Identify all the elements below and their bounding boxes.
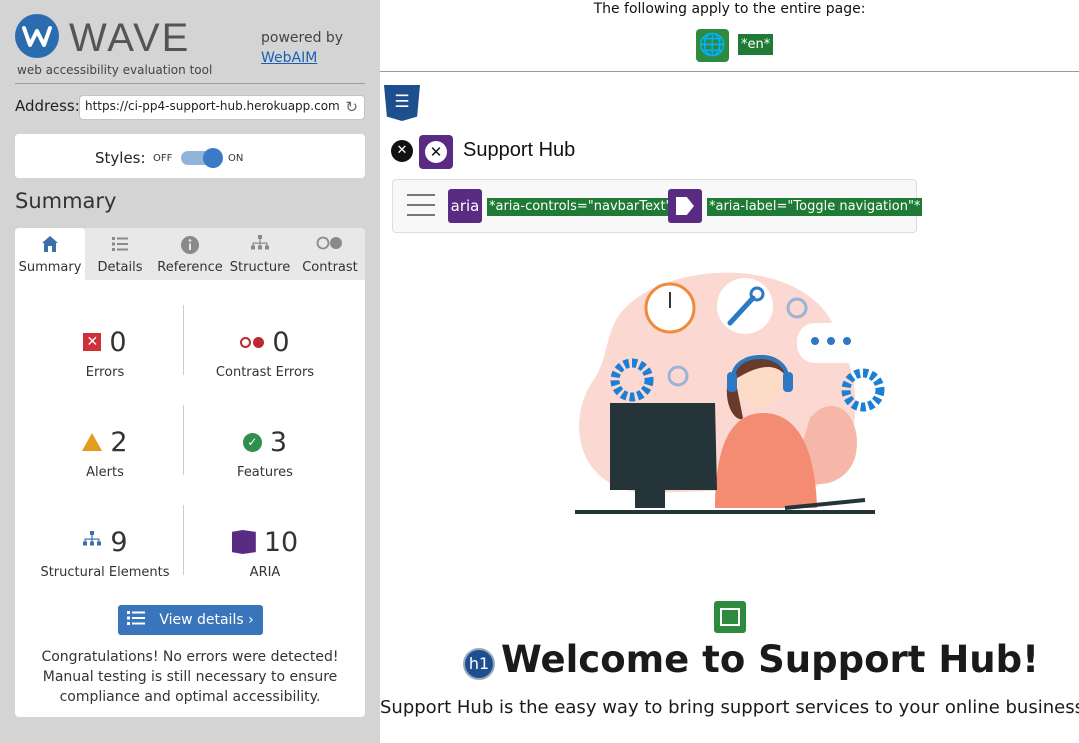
tab-summary[interactable]: Summary (15, 228, 85, 280)
tab-details[interactable]: Details (85, 228, 155, 280)
sitemap-icon (225, 235, 295, 255)
page-tagline: Support Hub is the easy way to bring sup… (380, 697, 1079, 718)
aria-label-text: ARIA (249, 565, 281, 580)
info-icon (155, 235, 225, 255)
wave-logo-row: WAVE web accessibility evaluation tool p… (15, 14, 365, 84)
view-details-button[interactable]: View details › (118, 605, 263, 635)
aria-icon (231, 530, 256, 554)
address-label: Address: (15, 97, 80, 115)
alerts-count: 2 (110, 426, 128, 458)
language-globe-icon[interactable]: 🌐 (696, 29, 729, 62)
aria-controls-tag: *aria-controls="navbarText"* (487, 198, 681, 216)
tab-summary-label: Summary (18, 260, 82, 275)
support-agent-illustration (575, 272, 885, 514)
list-icon (127, 610, 146, 630)
view-details-label: View details › (159, 612, 254, 628)
powered-by-label: powered by (261, 30, 344, 46)
tab-reference[interactable]: Reference (155, 228, 225, 280)
contrast-error-icon (240, 336, 265, 348)
errors-count: 0 (109, 326, 127, 358)
aria-label-tag-icon[interactable] (668, 189, 702, 223)
tab-contrast-label: Contrast (302, 260, 358, 275)
wave-tagline: web accessibility evaluation tool (17, 63, 213, 77)
styles-toggle-knob[interactable] (203, 148, 223, 168)
aria-hidden-icon[interactable]: ✕ (419, 135, 453, 169)
site-brand[interactable]: Support Hub (463, 139, 575, 162)
alerts-label: Alerts (86, 465, 124, 480)
features-label: Features (237, 465, 293, 480)
contrast-errors-count: 0 (272, 326, 290, 358)
structural-label: Structural Elements (40, 565, 170, 580)
styles-toggle-box: Styles: OFF ON (15, 134, 365, 178)
powered-by: powered by WebAIM (261, 28, 343, 68)
wave-logo-text: WAVE (69, 16, 191, 60)
tab-structure[interactable]: Structure (225, 228, 295, 280)
reload-icon[interactable]: ↻ (345, 98, 358, 116)
image-alt-icon[interactable] (714, 601, 746, 633)
tab-details-label: Details (97, 260, 143, 275)
contrast-icon (295, 235, 365, 255)
summary-panel: ✕ 0 Errors 0 Contrast Errors 2 Alerts ✓ … (15, 280, 365, 717)
features-count: 3 (269, 426, 288, 458)
panel-tabs: Summary Details Reference Structure Cont… (15, 228, 365, 280)
wave-sidebar: WAVE web accessibility evaluation tool p… (0, 0, 380, 743)
css-icon[interactable]: ☰ (384, 85, 420, 121)
lifebuoy-icon: ✕ (391, 140, 413, 162)
address-input[interactable] (85, 99, 339, 113)
structural-count: 9 (110, 526, 128, 558)
page-headline: Welcome to Support Hub! (501, 638, 1039, 681)
stat-contrast-errors[interactable]: 0 Contrast Errors (185, 326, 345, 381)
tab-structure-label: Structure (229, 260, 291, 275)
webaim-link[interactable]: WebAIM (261, 48, 343, 68)
tab-reference-label: Reference (157, 260, 223, 275)
hamburger-menu-icon[interactable] (407, 194, 435, 224)
aria-count: 10 (263, 526, 299, 558)
stat-alerts[interactable]: 2 Alerts (25, 427, 185, 480)
tab-contrast[interactable]: Contrast (295, 228, 365, 280)
aria-badge-icon[interactable]: aria (448, 189, 482, 223)
stat-features[interactable]: ✓ 3 Features (185, 426, 345, 481)
alert-icon (82, 433, 103, 451)
congrats-message: Congratulations! No errors were detected… (41, 649, 339, 705)
stat-structural[interactable]: 9 Structural Elements (25, 526, 185, 581)
h1-badge-icon[interactable]: h1 (463, 648, 495, 680)
contrast-errors-label: Contrast Errors (215, 365, 315, 380)
aria-label-tag: *aria-label="Toggle navigation"* (707, 198, 923, 216)
stat-aria[interactable]: 10 ARIA (185, 527, 345, 580)
errors-label: Errors (85, 365, 125, 380)
page-wide-notice: The following apply to the entire page: (593, 1, 866, 17)
styles-off-label: OFF (153, 153, 173, 164)
feature-check-icon: ✓ (242, 432, 262, 452)
wave-logo-icon (15, 14, 59, 58)
page-preview: The following apply to the entire page: … (380, 0, 1079, 743)
stat-errors[interactable]: ✕ 0 Errors (25, 327, 185, 380)
list-icon (85, 235, 155, 255)
page-wide-annotations: The following apply to the entire page: … (380, 0, 1079, 72)
summary-heading: Summary (15, 189, 117, 213)
styles-label: Styles: (95, 149, 146, 167)
error-icon: ✕ (83, 333, 102, 351)
home-icon (15, 235, 85, 255)
structure-icon (82, 530, 102, 554)
styles-on-label: ON (228, 153, 244, 164)
address-bar: ↻ (79, 95, 365, 120)
navbar: aria *aria-controls="navbarText"* *aria-… (392, 179, 923, 233)
language-tag: *en* (738, 34, 774, 55)
